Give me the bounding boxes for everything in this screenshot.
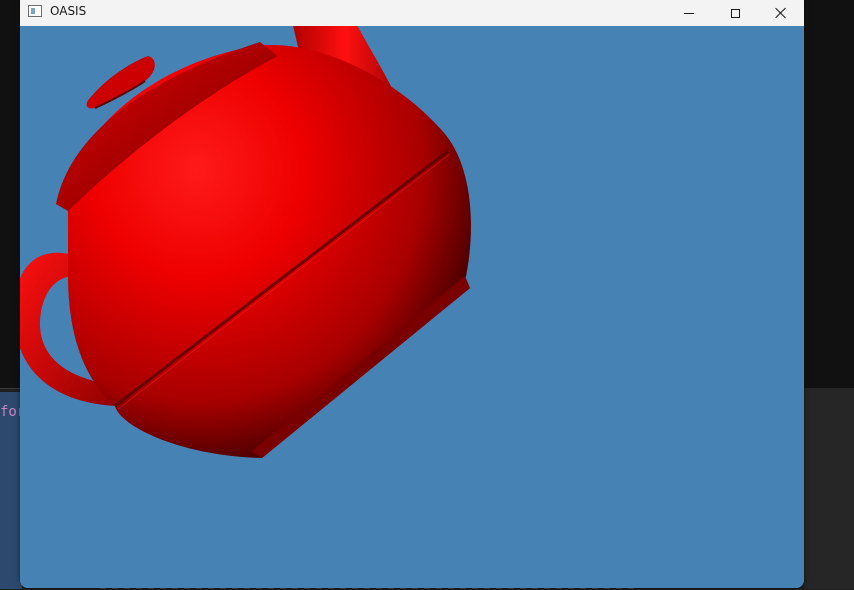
minimize-button[interactable] (666, 0, 712, 26)
title-bar[interactable]: OASIS (20, 0, 804, 26)
maximize-icon (730, 8, 740, 18)
teapot-render (20, 26, 471, 458)
background-editor-right-panel (804, 388, 854, 589)
close-icon (775, 7, 787, 19)
window-title: OASIS (50, 4, 87, 18)
oasis-window: OASIS (20, 0, 804, 588)
maximize-button[interactable] (712, 0, 758, 26)
render-viewport[interactable] (20, 26, 804, 588)
close-button[interactable] (758, 0, 804, 26)
background-editor-gutter (0, 392, 22, 589)
app-window-icon (28, 5, 42, 17)
minimize-icon (684, 12, 694, 14)
